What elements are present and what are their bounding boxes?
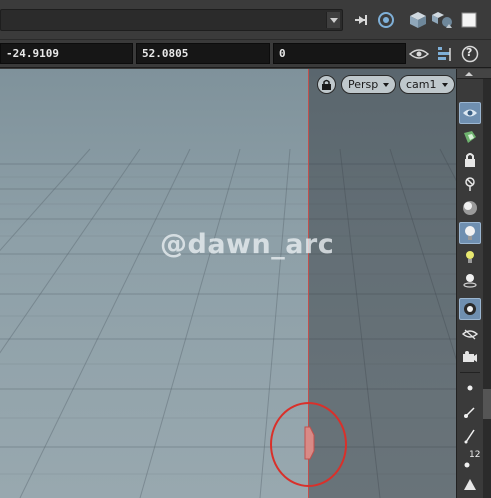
- camera-icon[interactable]: [459, 346, 481, 368]
- point-icon[interactable]: [459, 377, 481, 399]
- z-coordinate-field[interactable]: 0: [273, 43, 406, 64]
- pin-icon[interactable]: [352, 10, 374, 30]
- eye-visibility-icon[interactable]: [408, 44, 430, 64]
- chevron-down-icon: [383, 82, 390, 87]
- scene-cam-icon[interactable]: [432, 10, 454, 30]
- watermark-text: @dawn_arc: [160, 229, 335, 260]
- coordinate-bar: -24.9109 52.0805 0 ?: [0, 40, 491, 68]
- numbered-points-icon[interactable]: 12: [459, 449, 481, 471]
- lock-icon[interactable]: [459, 149, 481, 171]
- viewport-display-shelf: 12: [456, 69, 491, 498]
- light-bulb-icon[interactable]: [459, 222, 481, 244]
- snapshot-icon[interactable]: [459, 298, 481, 320]
- display-options-icon[interactable]: [459, 102, 481, 124]
- scrollbar-thumb[interactable]: [483, 389, 491, 419]
- shelf-separator: [460, 372, 480, 373]
- target-icon[interactable]: [375, 10, 397, 30]
- x-coordinate-field[interactable]: -24.9109: [0, 43, 133, 64]
- view-mode-label: Persp: [348, 78, 379, 91]
- 3d-viewport[interactable]: @dawn_arc Persp cam1: [0, 69, 456, 498]
- camera-menu-button[interactable]: cam1: [399, 75, 455, 94]
- help-icon[interactable]: ?: [459, 44, 481, 64]
- lock-icon: [322, 79, 331, 90]
- highlight-circle: [270, 402, 347, 487]
- brush-icon[interactable]: [459, 425, 481, 447]
- point-light-icon[interactable]: [459, 269, 481, 291]
- chevron-down-icon: [441, 82, 448, 87]
- vector-icon[interactable]: [459, 401, 481, 423]
- houdini-viewport-window: -24.9109 52.0805 0 ? @dawn_arc Persp cam…: [0, 0, 491, 498]
- points-number-label: 12: [469, 450, 481, 460]
- chevron-down-icon[interactable]: [326, 12, 340, 28]
- y-coordinate-field[interactable]: 52.0805: [136, 43, 270, 64]
- headlight-icon[interactable]: [459, 246, 481, 268]
- help-glyph: ?: [466, 46, 473, 59]
- ghost-icon[interactable]: [459, 126, 481, 148]
- visibility-eye-icon[interactable]: [459, 323, 481, 345]
- camera-label: cam1: [406, 78, 437, 91]
- path-combo-box[interactable]: [0, 9, 343, 31]
- stack-icon[interactable]: [434, 44, 456, 64]
- chevron-up-icon[interactable]: [457, 69, 491, 79]
- white-square-icon[interactable]: [458, 10, 480, 30]
- shading-sphere-icon[interactable]: [459, 197, 481, 219]
- xray-icon[interactable]: [459, 173, 481, 195]
- view-mode-menu-button[interactable]: Persp: [341, 75, 397, 94]
- camera-lock-button[interactable]: [317, 75, 336, 94]
- shelf-scrollbar[interactable]: [483, 79, 491, 498]
- geometry-icon[interactable]: [459, 473, 481, 495]
- cube-view-icon[interactable]: [407, 10, 429, 30]
- top-toolbar: [0, 0, 491, 40]
